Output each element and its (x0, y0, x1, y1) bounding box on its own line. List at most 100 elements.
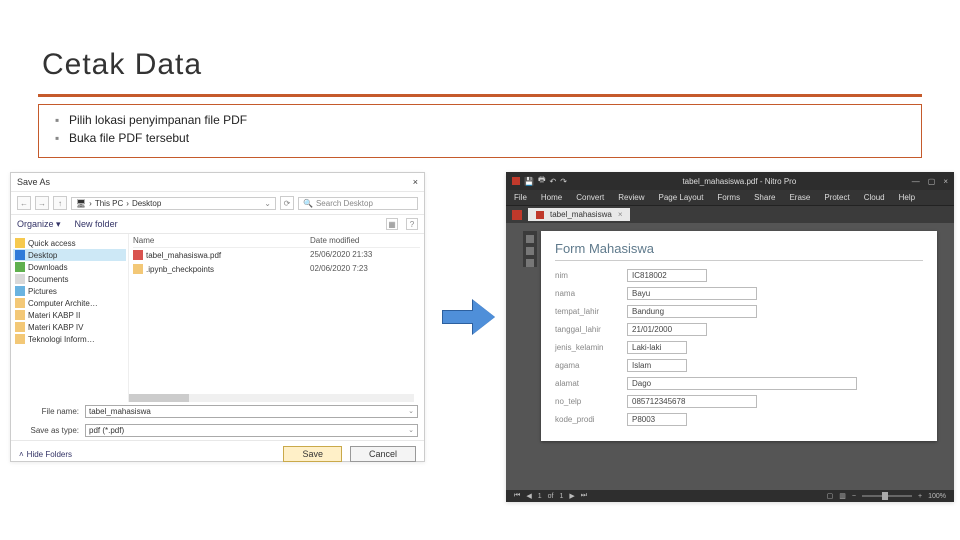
nav-forward-icon[interactable]: → (35, 196, 49, 210)
field-nama: namaBayu (555, 287, 923, 300)
chevron-down-icon[interactable]: ⌄ (408, 426, 414, 435)
chevron-down-icon[interactable]: ⌄ (264, 199, 271, 208)
file-date: 25/06/2020 21:33 (310, 250, 420, 260)
bullet-item: ▪Pilih lokasi penyimpanan file PDF (55, 111, 905, 129)
tree-label: Pictures (28, 287, 57, 296)
field-label: alamat (555, 379, 627, 388)
field-value: Laki-laki (627, 341, 687, 354)
close-icon[interactable]: × (943, 177, 948, 186)
menu-review[interactable]: Review (618, 193, 644, 202)
menu-convert[interactable]: Convert (576, 193, 604, 202)
scroll-thumb[interactable] (129, 394, 189, 402)
tree-documents[interactable]: Documents (13, 273, 126, 285)
menu-help[interactable]: Help (899, 193, 915, 202)
tree-quick-access[interactable]: Quick access (13, 237, 126, 249)
layout-icon[interactable]: ▥ (839, 492, 846, 500)
tree-folder[interactable]: Computer Archite… (13, 297, 126, 309)
pictures-icon (15, 286, 25, 296)
savetype-value: pdf (*.pdf) (89, 426, 124, 435)
attachment-icon[interactable] (526, 259, 534, 267)
page-current[interactable]: 1 (538, 493, 542, 500)
quick-save-icon[interactable]: 💾 (524, 177, 534, 186)
redo-icon[interactable]: ↷ (560, 177, 567, 186)
path-input[interactable]: 🖥 › This PC › Desktop ⌄ (71, 197, 276, 210)
breadcrumb-segment[interactable]: This PC (95, 199, 123, 208)
first-page-icon[interactable]: ⏮ (514, 492, 520, 500)
menu-erase[interactable]: Erase (789, 193, 810, 202)
menu-file[interactable]: File (514, 193, 527, 202)
tree-desktop[interactable]: Desktop (13, 249, 126, 261)
home-tab-icon[interactable] (512, 210, 522, 220)
field-label: nim (555, 271, 627, 280)
tab-close-icon[interactable]: × (618, 210, 623, 219)
help-icon[interactable]: ? (406, 218, 418, 230)
chevron-down-icon[interactable]: ⌄ (408, 407, 414, 416)
pdf-page-area: Form Mahasiswa nimIC818002 namaBayu temp… (506, 223, 954, 490)
tree-folder[interactable]: Materi KABP II (13, 309, 126, 321)
cancel-button[interactable]: Cancel (350, 446, 416, 462)
undo-icon[interactable]: ↶ (550, 177, 557, 186)
search-input[interactable]: 🔍 Search Desktop (298, 197, 418, 210)
divider (555, 260, 923, 261)
last-page-icon[interactable]: ⏭ (581, 492, 587, 500)
col-name[interactable]: Name (133, 236, 310, 245)
nav-back-icon[interactable]: ← (17, 196, 31, 210)
layout-icon[interactable]: ▢ (827, 492, 834, 500)
zoom-slider[interactable] (862, 495, 912, 497)
tree-label: Materi KABP IV (28, 323, 83, 332)
next-page-icon[interactable]: ▶ (569, 492, 574, 500)
organize-button[interactable]: Organize ▾ (17, 219, 61, 230)
menu-home[interactable]: Home (541, 193, 562, 202)
tree-label: Downloads (28, 263, 68, 272)
zoom-value[interactable]: 100% (928, 493, 946, 500)
page-total: 1 (559, 493, 563, 500)
zoom-out-icon[interactable]: − (852, 493, 856, 500)
documents-icon (15, 274, 25, 284)
arrow-icon (442, 300, 498, 334)
menu-cloud[interactable]: Cloud (864, 193, 885, 202)
breadcrumb-segment[interactable]: Desktop (132, 199, 161, 208)
col-date[interactable]: Date modified (310, 236, 420, 245)
tree-label: Desktop (28, 251, 57, 260)
menu-page-layout[interactable]: Page Layout (658, 193, 703, 202)
nav-up-icon[interactable]: ↑ (53, 196, 67, 210)
filename-input[interactable]: tabel_mahasiswa⌄ (85, 405, 418, 418)
file-list: Name Date modified tabel_mahasiswa.pdf 2… (129, 234, 424, 402)
file-row[interactable]: tabel_mahasiswa.pdf 25/06/2020 21:33 (133, 248, 420, 262)
folder-icon (15, 322, 25, 332)
field-label: tanggal_lahir (555, 325, 627, 334)
zoom-in-icon[interactable]: + (918, 493, 922, 500)
refresh-icon[interactable]: ⟳ (280, 196, 294, 210)
tree-folder[interactable]: Teknologi Inform… (13, 333, 126, 345)
tree-label: Teknologi Inform… (28, 335, 95, 344)
desktop-icon (15, 250, 25, 260)
pdf-statusbar: ⏮ ◀ 1 of 1 ▶ ⏭ ▢ ▥ − + 100% (506, 490, 954, 502)
document-tab[interactable]: tabel_mahasiswa × (528, 208, 630, 221)
field-label: jenis_kelamin (555, 343, 627, 352)
minimize-icon[interactable]: — (912, 177, 920, 186)
field-value: Islam (627, 359, 687, 372)
file-row[interactable]: .ipynb_checkpoints 02/06/2020 7:23 (133, 262, 420, 276)
maximize-icon[interactable]: ▢ (928, 177, 936, 186)
menu-protect[interactable]: Protect (824, 193, 849, 202)
prev-page-icon[interactable]: ◀ (526, 492, 531, 500)
tree-downloads[interactable]: Downloads (13, 261, 126, 273)
savetype-select[interactable]: pdf (*.pdf) ⌄ (85, 424, 418, 437)
hide-folders-toggle[interactable]: ˄Hide Folders (19, 450, 72, 459)
tree-folder[interactable]: Materi KABP IV (13, 321, 126, 333)
new-folder-button[interactable]: New folder (75, 219, 118, 230)
quick-print-icon[interactable]: 🖶 (538, 174, 546, 188)
view-icon[interactable]: ▦ (386, 218, 398, 230)
close-icon[interactable]: × (413, 177, 418, 187)
slider-knob[interactable] (882, 492, 888, 500)
menu-share[interactable]: Share (754, 193, 775, 202)
title-underline (38, 94, 922, 97)
bookmark-icon[interactable] (526, 235, 534, 243)
folder-icon (15, 298, 25, 308)
save-button[interactable]: Save (283, 446, 342, 462)
menu-forms[interactable]: Forms (717, 193, 740, 202)
horizontal-scrollbar[interactable] (129, 394, 414, 402)
field-agama: agamaIslam (555, 359, 923, 372)
thumbnail-icon[interactable] (526, 247, 534, 255)
tree-pictures[interactable]: Pictures (13, 285, 126, 297)
